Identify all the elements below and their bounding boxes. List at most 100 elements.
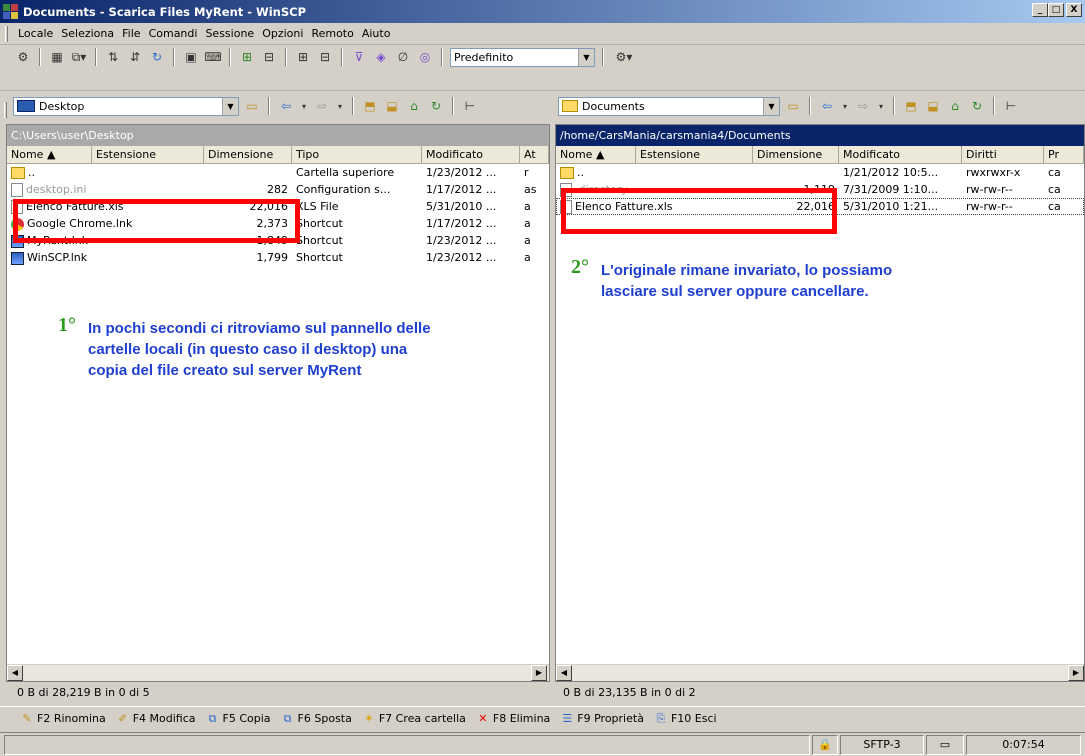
back-icon[interactable]: ⇦ — [277, 97, 295, 115]
unselect-icon[interactable]: ⊟ — [316, 48, 334, 66]
col-estensione[interactable]: Estensione — [636, 146, 753, 163]
col-modificato[interactable]: Modificato — [839, 146, 962, 163]
col-modificato[interactable]: Modificato — [422, 146, 520, 163]
scroll-left-button[interactable]: ◀ — [7, 665, 23, 681]
f5-label: F5 Copia — [222, 712, 271, 725]
chevron-down-icon[interactable]: ▼ — [763, 97, 779, 115]
transfer-settings-icon[interactable]: ⚙▾ — [611, 48, 637, 66]
col-estensione[interactable]: Estensione — [92, 146, 204, 163]
open-folder-icon[interactable]: ▭ — [784, 97, 802, 115]
minimize-button[interactable]: _ — [1032, 3, 1048, 17]
refresh-icon[interactable]: ↻ — [968, 97, 986, 115]
menu-remoto[interactable]: Remoto — [307, 27, 357, 40]
back-icon[interactable]: ⇦ — [818, 97, 836, 115]
home-icon[interactable]: ⌂ — [405, 97, 423, 115]
f6-move-button[interactable]: ⧉ F6 Sposta — [281, 712, 352, 726]
col-nome[interactable]: Nome ▲ — [556, 146, 636, 163]
tree-icon[interactable]: ⊢ — [1002, 97, 1020, 115]
chevron-down-icon[interactable]: ▾ — [299, 97, 309, 115]
menu-seleziona[interactable]: Seleziona — [57, 27, 118, 40]
refresh-icon[interactable]: ↻ — [148, 48, 166, 66]
col-proprietario[interactable]: Pr — [1044, 146, 1084, 163]
list-item[interactable]: WinSCP.lnk 1,799 Shortcut 1/23/2012 ... … — [7, 249, 549, 266]
invert-icon[interactable]: ◎ — [416, 48, 434, 66]
chevron-down-icon[interactable]: ▾ — [840, 97, 850, 115]
root-dir-icon[interactable]: ⬓ — [924, 97, 942, 115]
f7-new-folder-button[interactable]: ✶ F7 Crea cartella — [362, 712, 466, 726]
chevron-down-icon[interactable]: ▼ — [578, 48, 594, 66]
synchronize-icon[interactable]: ⇅ — [104, 48, 122, 66]
file-attr: a — [524, 217, 531, 230]
parent-dir-icon[interactable]: ⬒ — [361, 97, 379, 115]
col-dimensione[interactable]: Dimensione — [753, 146, 839, 163]
list-item[interactable]: .. 1/21/2012 10:5... rwxrwxr-x ca — [556, 164, 1084, 181]
f10-exit-button[interactable]: ⎘ F10 Esci — [654, 712, 717, 726]
annotation-two-text: L'originale rimane invariato, lo possiam… — [601, 262, 893, 300]
maximize-button[interactable]: □ — [1048, 3, 1064, 17]
list-item[interactable]: desktop.ini 282 Configuration s... 1/17/… — [7, 181, 549, 198]
col-diritti[interactable]: Diritti — [962, 146, 1044, 163]
menu-grip[interactable] — [5, 26, 8, 42]
putty-icon[interactable]: ⌨ — [204, 48, 222, 66]
remote-horizontal-scrollbar[interactable]: ◀ ▶ — [556, 664, 1084, 681]
remote-location-value: Documents — [582, 99, 645, 113]
forward-icon[interactable]: ⇨ — [854, 97, 872, 115]
list-item[interactable]: .. Cartella superiore 1/23/2012 ... r — [7, 164, 549, 181]
menu-locale[interactable]: Locale — [14, 27, 57, 40]
select-all-icon[interactable]: ⊞ — [294, 48, 312, 66]
local-horizontal-scrollbar[interactable]: ◀ ▶ — [7, 664, 549, 681]
status-message — [4, 735, 810, 755]
file-type: XLS File — [296, 200, 339, 213]
forward-icon[interactable]: ⇨ — [313, 97, 331, 115]
copy-icon: ⧉ — [208, 711, 217, 725]
menu-file[interactable]: File — [118, 27, 144, 40]
local-address-bar: Desktop ▼ ▭ ⇦ ▾ ⇨ ▾ ⬒ ⬓ ⌂ ↻ ⊢ — [4, 93, 550, 119]
mark-icon[interactable]: ◈ — [372, 48, 390, 66]
tree-icon[interactable]: ⊢ — [461, 97, 479, 115]
f5-copy-button[interactable]: ⧉ F5 Copia — [206, 712, 271, 726]
f9-properties-button[interactable]: ☰ F9 Proprietà — [560, 712, 644, 726]
chevron-down-icon[interactable]: ▾ — [876, 97, 886, 115]
file-modified: 1/23/2012 ... — [426, 234, 497, 247]
console-icon[interactable]: ▣ — [182, 48, 200, 66]
col-dimensione[interactable]: Dimensione — [204, 146, 292, 163]
scroll-right-button[interactable]: ▶ — [1068, 665, 1084, 681]
col-nome[interactable]: Nome ▲ — [7, 146, 92, 163]
file-size — [204, 164, 292, 181]
queue-icon[interactable]: ⊞ — [238, 48, 256, 66]
filter-icon[interactable]: ⊽ — [350, 48, 368, 66]
remote-location-select[interactable]: Documents ▼ — [558, 96, 780, 116]
col-tipo[interactable]: Tipo — [292, 146, 422, 163]
scroll-right-button[interactable]: ▶ — [531, 665, 547, 681]
open-folder-icon[interactable]: ▭ — [243, 97, 261, 115]
scroll-left-button[interactable]: ◀ — [556, 665, 572, 681]
file-size: 1,799 — [256, 251, 289, 264]
sync-browsing-icon[interactable]: ⧉▾ — [70, 48, 88, 66]
chevron-down-icon[interactable]: ▾ — [335, 97, 345, 115]
f8-delete-button[interactable]: ✕ F8 Elimina — [476, 712, 550, 726]
parent-dir-icon[interactable]: ⬒ — [902, 97, 920, 115]
menu-opzioni[interactable]: Opzioni — [258, 27, 307, 40]
separator — [452, 97, 454, 115]
transfer-preset-select[interactable]: Predefinito ▼ — [450, 47, 595, 67]
menu-sessione[interactable]: Sessione — [201, 27, 258, 40]
menu-aiuto[interactable]: Aiuto — [358, 27, 395, 40]
preferences-gear-icon[interactable]: ⚙ — [14, 48, 32, 66]
home-icon[interactable]: ⌂ — [946, 97, 964, 115]
close-button[interactable]: X — [1066, 3, 1082, 17]
remote-highlight-box — [561, 188, 837, 234]
chevron-down-icon[interactable]: ▼ — [222, 97, 238, 115]
refresh-icon[interactable]: ↻ — [427, 97, 445, 115]
f2-rename-button[interactable]: ✎ F2 Rinomina — [20, 712, 105, 726]
root-dir-icon[interactable]: ⬓ — [383, 97, 401, 115]
keep-up-to-date-icon[interactable]: ⇵ — [126, 48, 144, 66]
compare-dirs-icon[interactable]: ▦ — [48, 48, 66, 66]
f6-label: F6 Sposta — [297, 712, 352, 725]
clear-icon[interactable]: ∅ — [394, 48, 412, 66]
separator — [95, 48, 97, 66]
col-attributi[interactable]: At — [520, 146, 549, 163]
f4-edit-button[interactable]: ✐ F4 Modifica — [116, 712, 195, 726]
menu-comandi[interactable]: Comandi — [145, 27, 202, 40]
local-location-select[interactable]: Desktop ▼ — [13, 96, 239, 116]
find-files-icon[interactable]: ⊟ — [260, 48, 278, 66]
